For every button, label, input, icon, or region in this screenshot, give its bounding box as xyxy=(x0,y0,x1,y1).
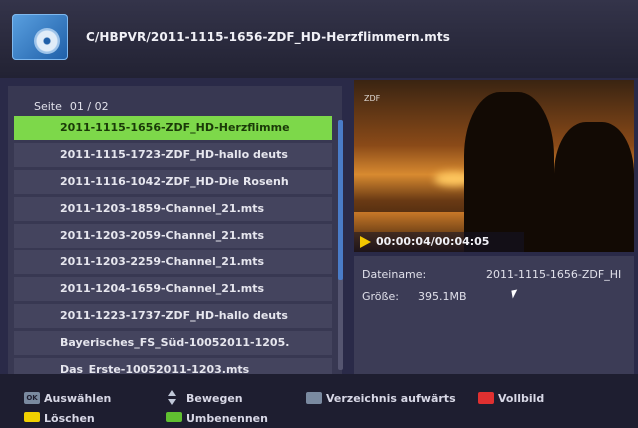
main-area: Seite 01 / 02 2011-1115-1656-ZDF_HD-Herzf… xyxy=(0,78,638,383)
file-list-item[interactable]: Bayerisches_FS_Süd-10052011-1205. xyxy=(14,331,332,356)
list-scrollbar[interactable] xyxy=(338,120,343,370)
play-icon xyxy=(360,236,371,248)
file-list-item[interactable]: 2011-1115-1723-ZDF_HD-hallo deuts xyxy=(14,142,332,167)
disc-icon xyxy=(34,28,60,54)
preview-tree xyxy=(464,92,554,252)
file-list-item[interactable]: 2011-1203-2059-Channel_21.mts xyxy=(14,223,332,248)
yellow-key-icon xyxy=(24,412,40,422)
file-list-item[interactable]: 2011-1223-1737-ZDF_HD-hallo deuts xyxy=(14,304,332,329)
file-list-item[interactable]: 2011-1203-2259-Channel_21.mts xyxy=(14,250,332,275)
file-list-item[interactable]: 2011-1115-1656-ZDF_HD-Herzflimme xyxy=(14,116,332,140)
playback-time: 00:00:04/00:04:05 xyxy=(376,235,490,248)
mouse-cursor-icon xyxy=(511,289,519,299)
filename-value: 2011-1115-1656-ZDF_HI xyxy=(486,268,622,281)
green-key-icon xyxy=(166,412,182,422)
red-key-icon xyxy=(478,392,494,404)
filename-label: Dateiname: xyxy=(362,268,427,281)
delete-hint: Löschen xyxy=(44,412,95,425)
preview-tree xyxy=(554,122,634,252)
up-down-arrows-icon xyxy=(166,390,178,406)
footer-help-bar: OK Auswählen Bewegen Verzeichnis aufwärt… xyxy=(0,374,638,428)
size-label: Größe: xyxy=(362,290,399,303)
media-folder-icon xyxy=(12,14,68,60)
header-bar: C/HBPVR/2011-1115-1656-ZDF_HD-Herzflimme… xyxy=(0,0,638,78)
channel-logo: ZDF xyxy=(364,94,381,103)
size-value: 395.1MB xyxy=(418,290,467,303)
file-list-item[interactable]: 2011-1203-1859-Channel_21.mts xyxy=(14,196,332,221)
dir-up-hint: Verzeichnis aufwärts xyxy=(326,392,456,405)
page-value: 01 / 02 xyxy=(69,100,109,113)
file-list-panel: Seite 01 / 02 2011-1115-1656-ZDF_HD-Herzf… xyxy=(8,86,343,383)
file-info-panel: Dateiname: 2011-1115-1656-ZDF_HI Größe: … xyxy=(354,256,634,374)
page-indicator: Seite 01 / 02 xyxy=(34,100,117,113)
ok-key-icon: OK xyxy=(24,392,40,404)
fullscreen-hint: Vollbild xyxy=(498,392,545,405)
select-hint: Auswählen xyxy=(44,392,112,405)
video-preview: ZDF xyxy=(354,80,634,252)
directory-up-key-icon xyxy=(306,392,322,404)
scrollbar-thumb[interactable] xyxy=(338,120,343,280)
move-hint: Bewegen xyxy=(186,392,243,405)
file-list: 2011-1115-1656-ZDF_HD-Herzflimme 2011-111… xyxy=(14,116,332,385)
file-list-item[interactable]: 2011-1204-1659-Channel_21.mts xyxy=(14,277,332,302)
file-path: C/HBPVR/2011-1115-1656-ZDF_HD-Herzflimme… xyxy=(86,30,450,44)
page-label: Seite xyxy=(34,100,62,113)
file-list-item[interactable]: 2011-1116-1042-ZDF_HD-Die Rosenh xyxy=(14,169,332,194)
rename-hint: Umbenennen xyxy=(186,412,268,425)
playback-time-bar: 00:00:04/00:04:05 xyxy=(354,232,524,252)
